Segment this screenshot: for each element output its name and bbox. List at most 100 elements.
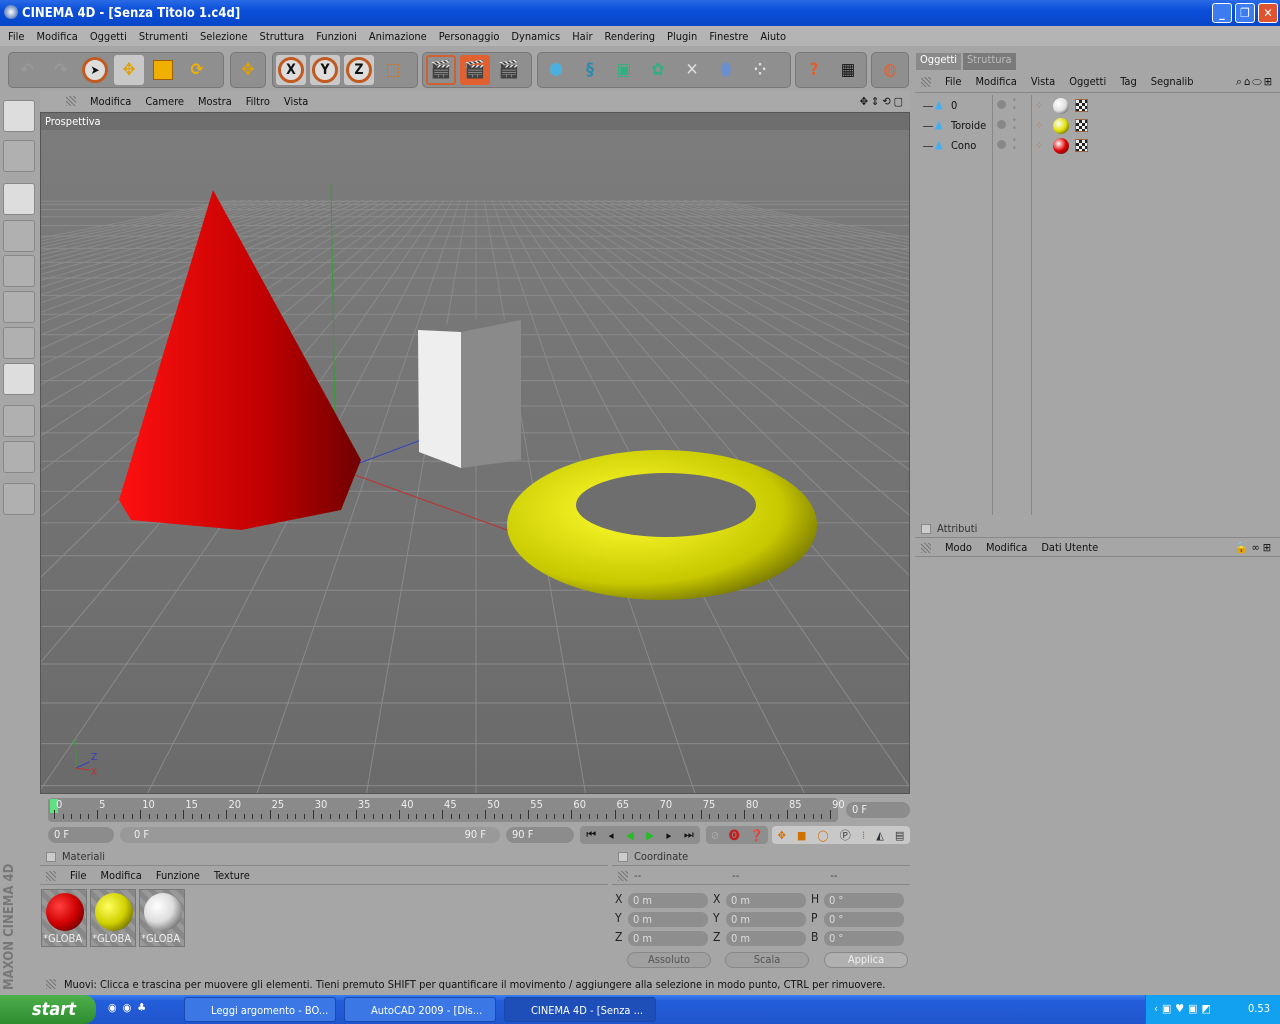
nurbs-icon[interactable]: ▣: [609, 55, 639, 85]
scale-icon[interactable]: [148, 55, 178, 85]
texture-tool-icon[interactable]: [3, 405, 35, 437]
minimize-button[interactable]: _: [1212, 3, 1232, 23]
uvw-tag-icon[interactable]: [1075, 119, 1088, 132]
start-frame-field[interactable]: 0 F: [48, 827, 114, 843]
object-axis-icon[interactable]: [3, 220, 35, 252]
menu-modifica[interactable]: Modifica: [36, 30, 77, 43]
points-tool-icon[interactable]: [3, 255, 35, 287]
menu-strumenti[interactable]: Strumenti: [139, 30, 188, 43]
close-button[interactable]: ✕: [1258, 3, 1278, 23]
menu-aiuto[interactable]: Aiuto: [760, 30, 786, 43]
obj-menu-tag[interactable]: Tag: [1120, 75, 1137, 88]
menu-animazione[interactable]: Animazione: [369, 30, 427, 43]
menu-plugin[interactable]: Plugin: [667, 30, 697, 43]
search-home-icons[interactable]: ⌕⌂⬭⊞: [1236, 75, 1274, 89]
move-icon[interactable]: ✥: [114, 55, 144, 85]
material-white[interactable]: *GLOBA: [139, 889, 185, 947]
keyframe-link-icon[interactable]: ⊘: [711, 829, 719, 842]
texture-tag-icon[interactable]: ⁘: [1035, 139, 1043, 152]
coord-mode-dropdown[interactable]: Assoluto: [627, 952, 711, 968]
coord-field[interactable]: 0 °: [824, 912, 904, 927]
y-axis-button[interactable]: Y: [310, 55, 340, 85]
visibility-dot-icon[interactable]: [997, 100, 1006, 109]
range-slider[interactable]: 0 F 90 F: [120, 827, 500, 843]
panel-toggle-icon[interactable]: [921, 523, 931, 534]
menu-dynamics[interactable]: Dynamics: [511, 30, 560, 43]
task-firefox[interactable]: Leggi argomento - BO...: [184, 997, 336, 1022]
material-red[interactable]: *GLOBA: [41, 889, 87, 947]
object-name[interactable]: Cono: [951, 139, 976, 152]
mat-menu-funzione[interactable]: Funzione: [156, 869, 200, 882]
material-tag-icon[interactable]: [1053, 138, 1069, 154]
menu-funzioni[interactable]: Funzioni: [316, 30, 357, 43]
object-name[interactable]: 0: [951, 99, 957, 112]
material-tag-icon[interactable]: [1053, 98, 1069, 114]
move-tool-icon[interactable]: ✥: [234, 55, 262, 85]
autokey-icon[interactable]: ❓: [749, 829, 763, 842]
menu-finestre[interactable]: Finestre: [709, 30, 748, 43]
object-row[interactable]: ▲ 0 • • ⁘: [915, 96, 1280, 116]
x-axis-button[interactable]: X: [276, 55, 306, 85]
table-icon[interactable]: ▦: [833, 55, 863, 85]
vp-menu-modifica[interactable]: Modifica: [90, 95, 131, 108]
render-dots-icon[interactable]: • •: [1012, 97, 1017, 114]
vp-menu-vista[interactable]: Vista: [284, 95, 308, 108]
uv-tool-icon[interactable]: [3, 363, 35, 395]
coord-field[interactable]: 0 m: [628, 931, 708, 946]
polygons-tool-icon[interactable]: [3, 327, 35, 359]
timeline-ruler[interactable]: 0 5 10 15 20 25 30 35 40 45 50 55 60 65 70 75 80 85 90: [48, 798, 845, 822]
attr-menu-modo[interactable]: Modo: [945, 541, 972, 554]
uvw-tag-icon[interactable]: [1075, 99, 1088, 112]
object-name[interactable]: Toroide: [951, 119, 986, 132]
animation-tool-icon[interactable]: [3, 483, 35, 515]
uvw-tag-icon[interactable]: [1075, 139, 1088, 152]
z-axis-button[interactable]: Z: [344, 55, 374, 85]
key-position-icon[interactable]: ✥: [778, 829, 786, 842]
render-picture-viewer-icon[interactable]: 🎬: [460, 55, 490, 85]
vp-menu-filtro[interactable]: Filtro: [246, 95, 270, 108]
vp-menu-mostra[interactable]: Mostra: [198, 95, 232, 108]
texture-tag-icon[interactable]: ⁘: [1035, 99, 1043, 112]
coord-field[interactable]: 0 m: [628, 912, 708, 927]
cube-icon[interactable]: ⬢: [541, 55, 571, 85]
attr-menu-dati-utente[interactable]: Dati Utente: [1041, 541, 1098, 554]
internet-icon[interactable]: ◍: [875, 55, 905, 85]
key-points-icon[interactable]: ⁞: [862, 829, 865, 842]
spline-pen-icon[interactable]: §: [575, 55, 605, 85]
layout-icon[interactable]: [3, 100, 35, 132]
vp-menu-camere[interactable]: Camere: [145, 95, 184, 108]
key-param-icon[interactable]: Ⓟ: [840, 827, 851, 843]
redo-icon[interactable]: ↷: [46, 55, 76, 85]
viewport-nav-icons[interactable]: ✥⇕⟲▢: [860, 95, 906, 108]
coord-field[interactable]: 0 °: [824, 931, 904, 946]
play-icon[interactable]: ▶: [646, 829, 654, 842]
visibility-dot-icon[interactable]: [997, 120, 1006, 129]
coord-field[interactable]: 0 m: [726, 912, 806, 927]
key-options-icon[interactable]: ▤: [895, 829, 904, 842]
model-tool-icon[interactable]: [3, 183, 35, 215]
menu-rendering[interactable]: Rendering: [605, 30, 656, 43]
next-key-icon[interactable]: ▸: [666, 829, 671, 842]
menu-oggetti[interactable]: Oggetti: [90, 30, 127, 43]
coord-type-dropdown[interactable]: Scala: [725, 952, 809, 968]
menu-personaggio[interactable]: Personaggio: [439, 30, 500, 43]
obj-menu-segnalib[interactable]: Segnalib: [1151, 75, 1194, 88]
tab-oggetti[interactable]: Oggetti: [916, 53, 961, 70]
key-scale-icon[interactable]: ■: [797, 829, 806, 842]
tray-icons[interactable]: ‹▣♥▣◩: [1154, 1002, 1215, 1015]
scene-icon[interactable]: ⬮: [711, 55, 741, 85]
menu-file[interactable]: File: [8, 30, 24, 43]
rotate-icon[interactable]: ⟳: [182, 55, 212, 85]
end-frame-field[interactable]: 90 F: [506, 827, 574, 843]
live-selection-icon[interactable]: ➤: [80, 55, 110, 85]
object-row[interactable]: ▲ Cono • • ⁘: [915, 136, 1280, 156]
coord-field[interactable]: 0 m: [628, 893, 708, 908]
coordinate-system-icon[interactable]: ⬚: [378, 55, 408, 85]
record-icon[interactable]: ⓿: [729, 827, 740, 843]
quick-launch-icons[interactable]: ◉◉♣: [108, 1001, 152, 1014]
visibility-dot-icon[interactable]: [997, 140, 1006, 149]
coord-field[interactable]: 0 °: [824, 893, 904, 908]
task-autocad[interactable]: AutoCAD 2009 - [Dis...: [344, 997, 496, 1022]
apply-button[interactable]: Applica: [824, 952, 908, 968]
attr-menu-modifica[interactable]: Modifica: [986, 541, 1027, 554]
